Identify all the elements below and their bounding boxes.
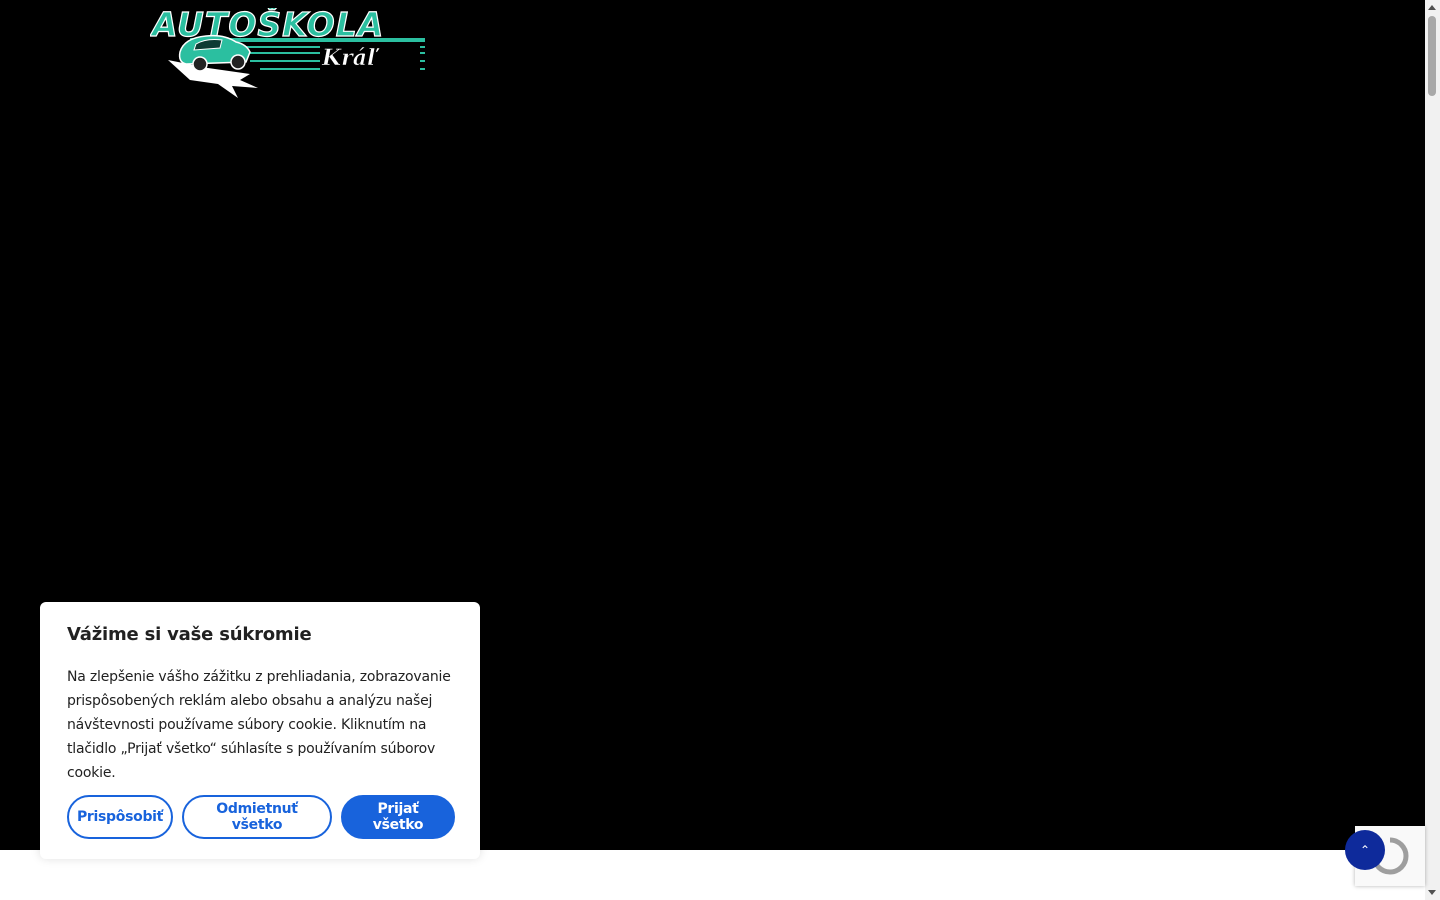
cookie-banner-actions: Prispôsobiť Odmietnuť všetko Prijať všet… bbox=[67, 795, 455, 839]
accept-all-button[interactable]: Prijať všetko bbox=[341, 795, 455, 839]
svg-text:AUTOŠKOLA: AUTOŠKOLA bbox=[150, 8, 384, 44]
scroll-up-arrow-icon[interactable] bbox=[1425, 0, 1440, 15]
cookie-consent-banner: Vážime si vaše súkromie Na zlepšenie váš… bbox=[40, 602, 480, 859]
back-to-top-button[interactable]: ⌃ bbox=[1345, 830, 1385, 870]
site-logo[interactable]: AUTOŠKOLA Kráľ bbox=[148, 3, 430, 100]
autoskola-kral-logo: AUTOŠKOLA Kráľ bbox=[148, 3, 425, 98]
cookie-banner-title: Vážime si vaše súkromie bbox=[67, 624, 312, 645]
svg-text:Kráľ: Kráľ bbox=[321, 45, 380, 71]
scroll-thumb[interactable] bbox=[1428, 16, 1436, 96]
page-scrollbar[interactable] bbox=[1425, 0, 1440, 900]
chevron-up-icon: ⌃ bbox=[1359, 843, 1371, 857]
cookie-banner-message: Na zlepšenie vášho zážitku z prehliadani… bbox=[67, 669, 451, 781]
reject-all-button[interactable]: Odmietnuť všetko bbox=[182, 795, 332, 839]
customize-button[interactable]: Prispôsobiť bbox=[67, 795, 173, 839]
scroll-down-arrow-icon[interactable] bbox=[1425, 885, 1440, 900]
